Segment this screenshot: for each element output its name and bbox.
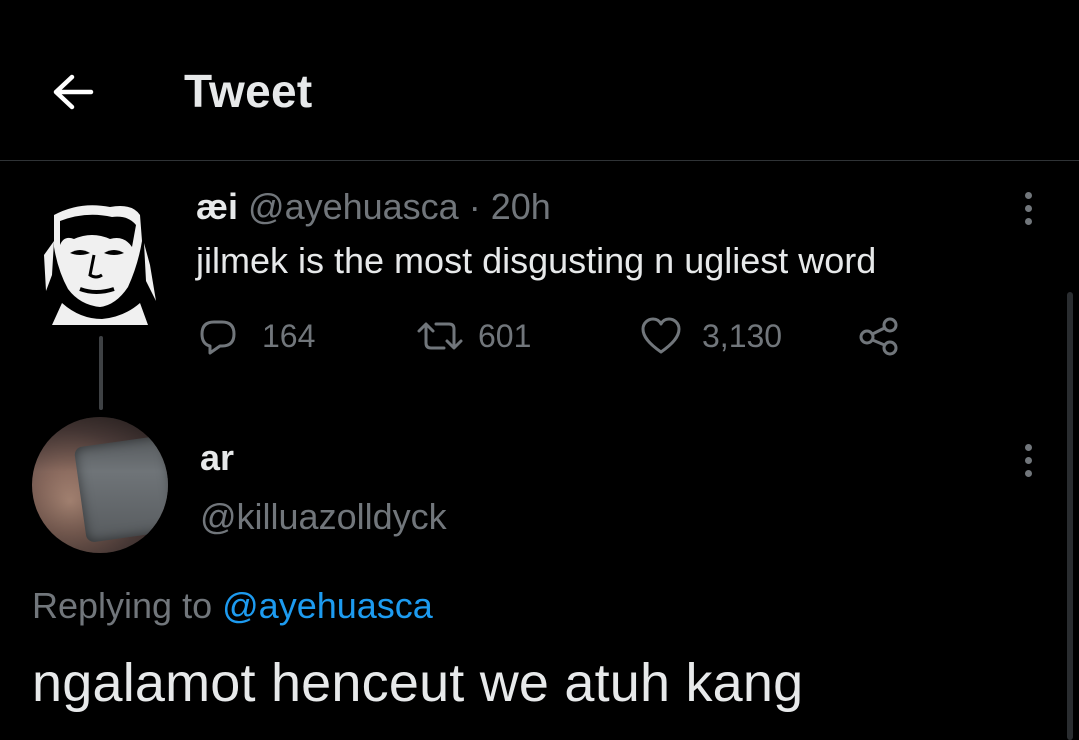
retweet-count: 601 bbox=[478, 317, 532, 354]
more-options-button[interactable] bbox=[1008, 188, 1048, 228]
replying-to-label: Replying to bbox=[32, 585, 213, 626]
tweet-text: ngalamot henceut we atuh kang bbox=[32, 653, 804, 713]
like-icon bbox=[641, 317, 681, 354]
avatar[interactable] bbox=[40, 195, 158, 325]
share-button[interactable] bbox=[858, 312, 900, 360]
thread-connector bbox=[99, 336, 103, 410]
user-handle[interactable]: @ayehuasca bbox=[248, 186, 459, 227]
display-name[interactable]: ar bbox=[200, 437, 234, 479]
like-button[interactable]: 3,130 bbox=[640, 312, 782, 360]
arrow-left-icon bbox=[53, 74, 94, 110]
retweet-icon bbox=[417, 322, 463, 350]
scrollbar[interactable] bbox=[1067, 292, 1073, 740]
top-bar: Tweet bbox=[0, 0, 1079, 161]
display-name[interactable]: æi bbox=[196, 186, 238, 227]
replying-to: Replying to @ayehuasca bbox=[32, 585, 433, 627]
retweet-button[interactable]: 601 bbox=[416, 312, 531, 360]
page-title: Tweet bbox=[184, 65, 313, 117]
tweet-text: jilmek is the most disgusting n ugliest … bbox=[196, 240, 877, 281]
separator: · bbox=[468, 186, 481, 227]
more-options-button[interactable] bbox=[1008, 440, 1048, 480]
reply-button[interactable]: 164 bbox=[198, 312, 315, 360]
timestamp[interactable]: 20h bbox=[491, 186, 551, 227]
reply-count: 164 bbox=[262, 317, 316, 354]
tweet-header: æi @ayehuasca · 20h bbox=[196, 186, 551, 228]
like-count: 3,130 bbox=[702, 317, 783, 354]
more-icon bbox=[1024, 191, 1032, 199]
more-icon bbox=[1024, 443, 1032, 451]
user-handle[interactable]: @killuazolldyck bbox=[200, 496, 447, 538]
share-icon bbox=[859, 317, 898, 356]
back-button[interactable] bbox=[44, 64, 100, 120]
avatar[interactable] bbox=[32, 417, 168, 553]
reply-icon bbox=[200, 320, 236, 355]
mention-link[interactable]: @ayehuasca bbox=[222, 585, 433, 626]
